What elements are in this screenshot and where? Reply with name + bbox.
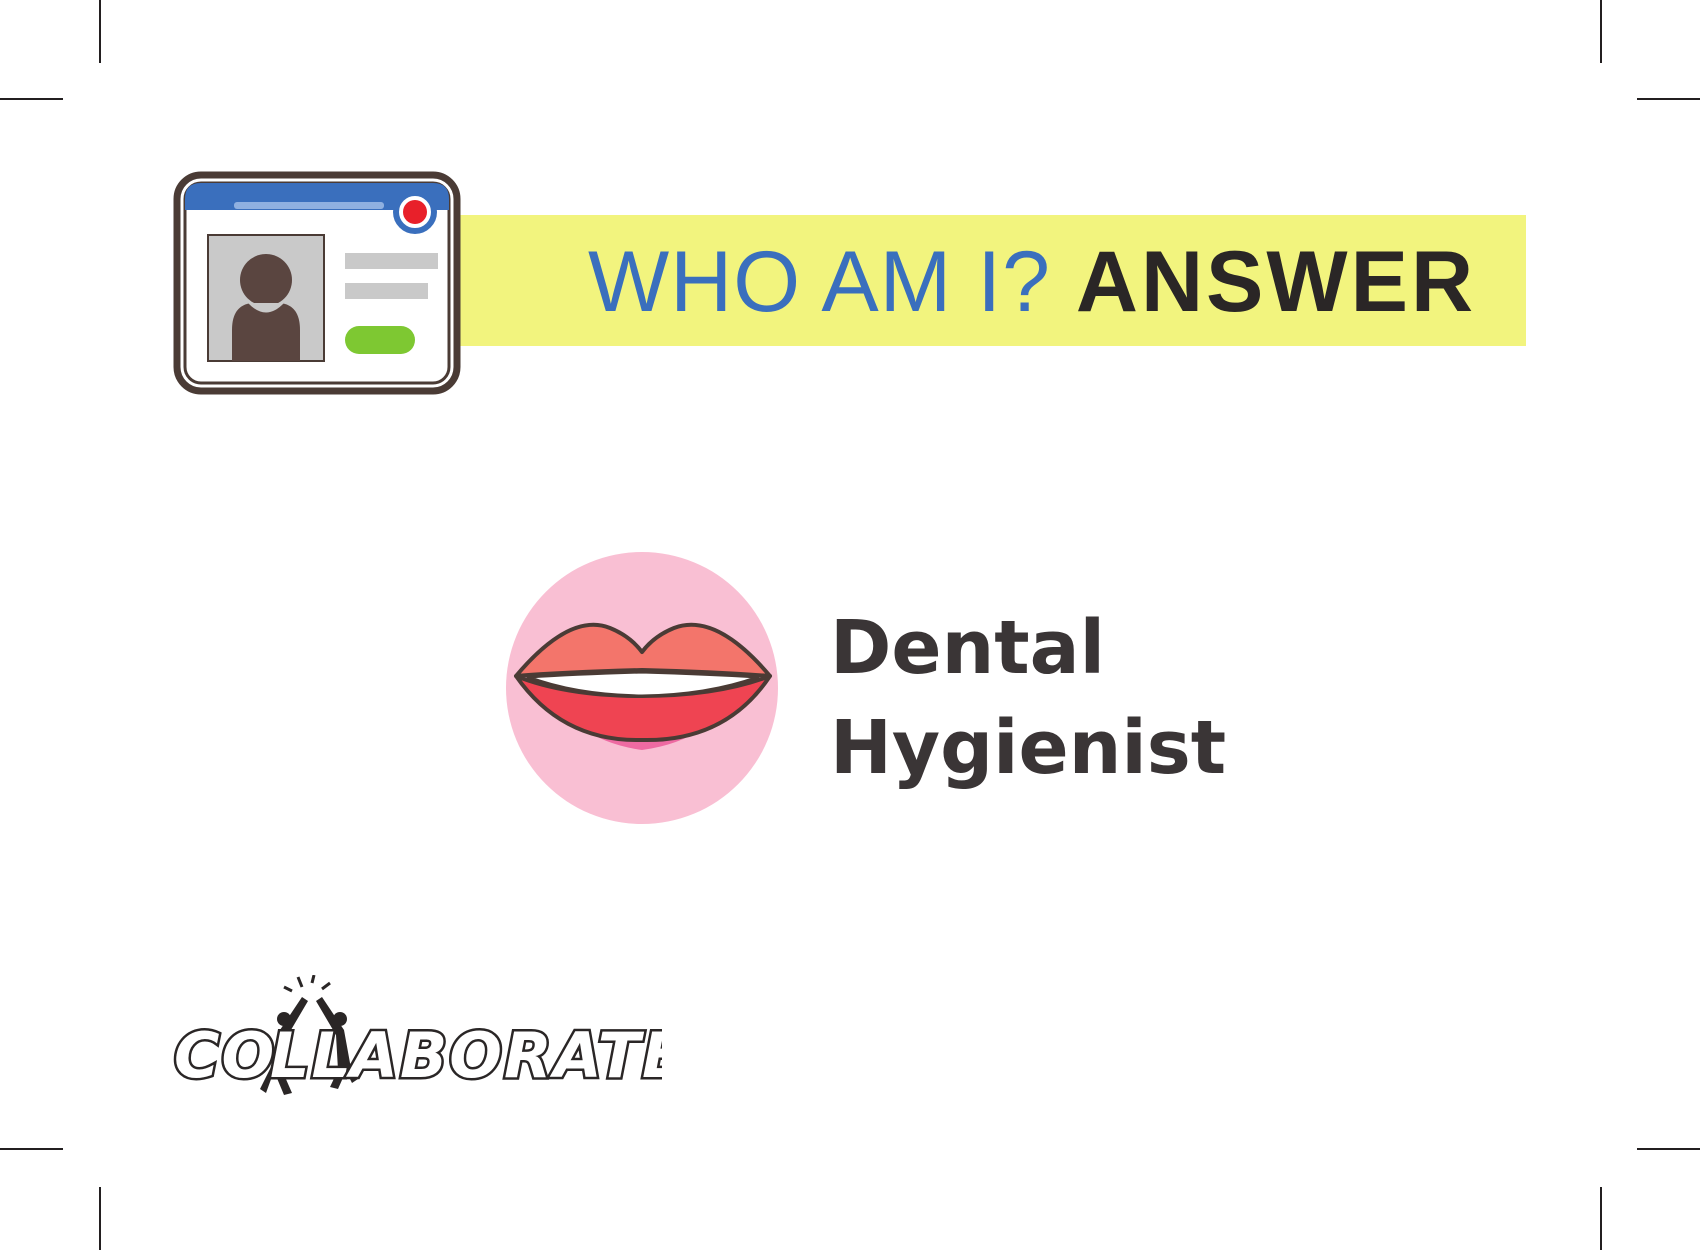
crop-mark-top-left-vertical [99, 0, 101, 63]
crop-mark-bottom-right-horizontal [1637, 1148, 1700, 1150]
crop-mark-top-right-horizontal [1637, 98, 1700, 100]
collaborate-logo: CO LL ABORATE [172, 975, 662, 1095]
crop-mark-bottom-left-vertical [99, 1187, 101, 1250]
lips-icon [506, 552, 778, 824]
crop-mark-bottom-left-horizontal [0, 1148, 63, 1150]
title-question: WHO AM I? [588, 234, 1051, 330]
crop-mark-bottom-right-vertical [1600, 1187, 1602, 1250]
id-card-icon [173, 171, 461, 395]
svg-text:CO: CO [174, 1019, 276, 1092]
crop-mark-top-left-horizontal [0, 98, 63, 100]
page-title: WHO AM I? ANSWER [588, 232, 1476, 332]
answer-text: Dental Hygienist [830, 598, 1226, 798]
svg-text:LL: LL [270, 1019, 353, 1092]
title-answer-label: ANSWER [1075, 234, 1477, 330]
answer-line-2: Hygienist [830, 705, 1227, 791]
answer-line-1: Dental [830, 605, 1105, 691]
svg-text:ABORATE: ABORATE [345, 1019, 662, 1092]
crop-mark-top-right-vertical [1600, 0, 1602, 63]
